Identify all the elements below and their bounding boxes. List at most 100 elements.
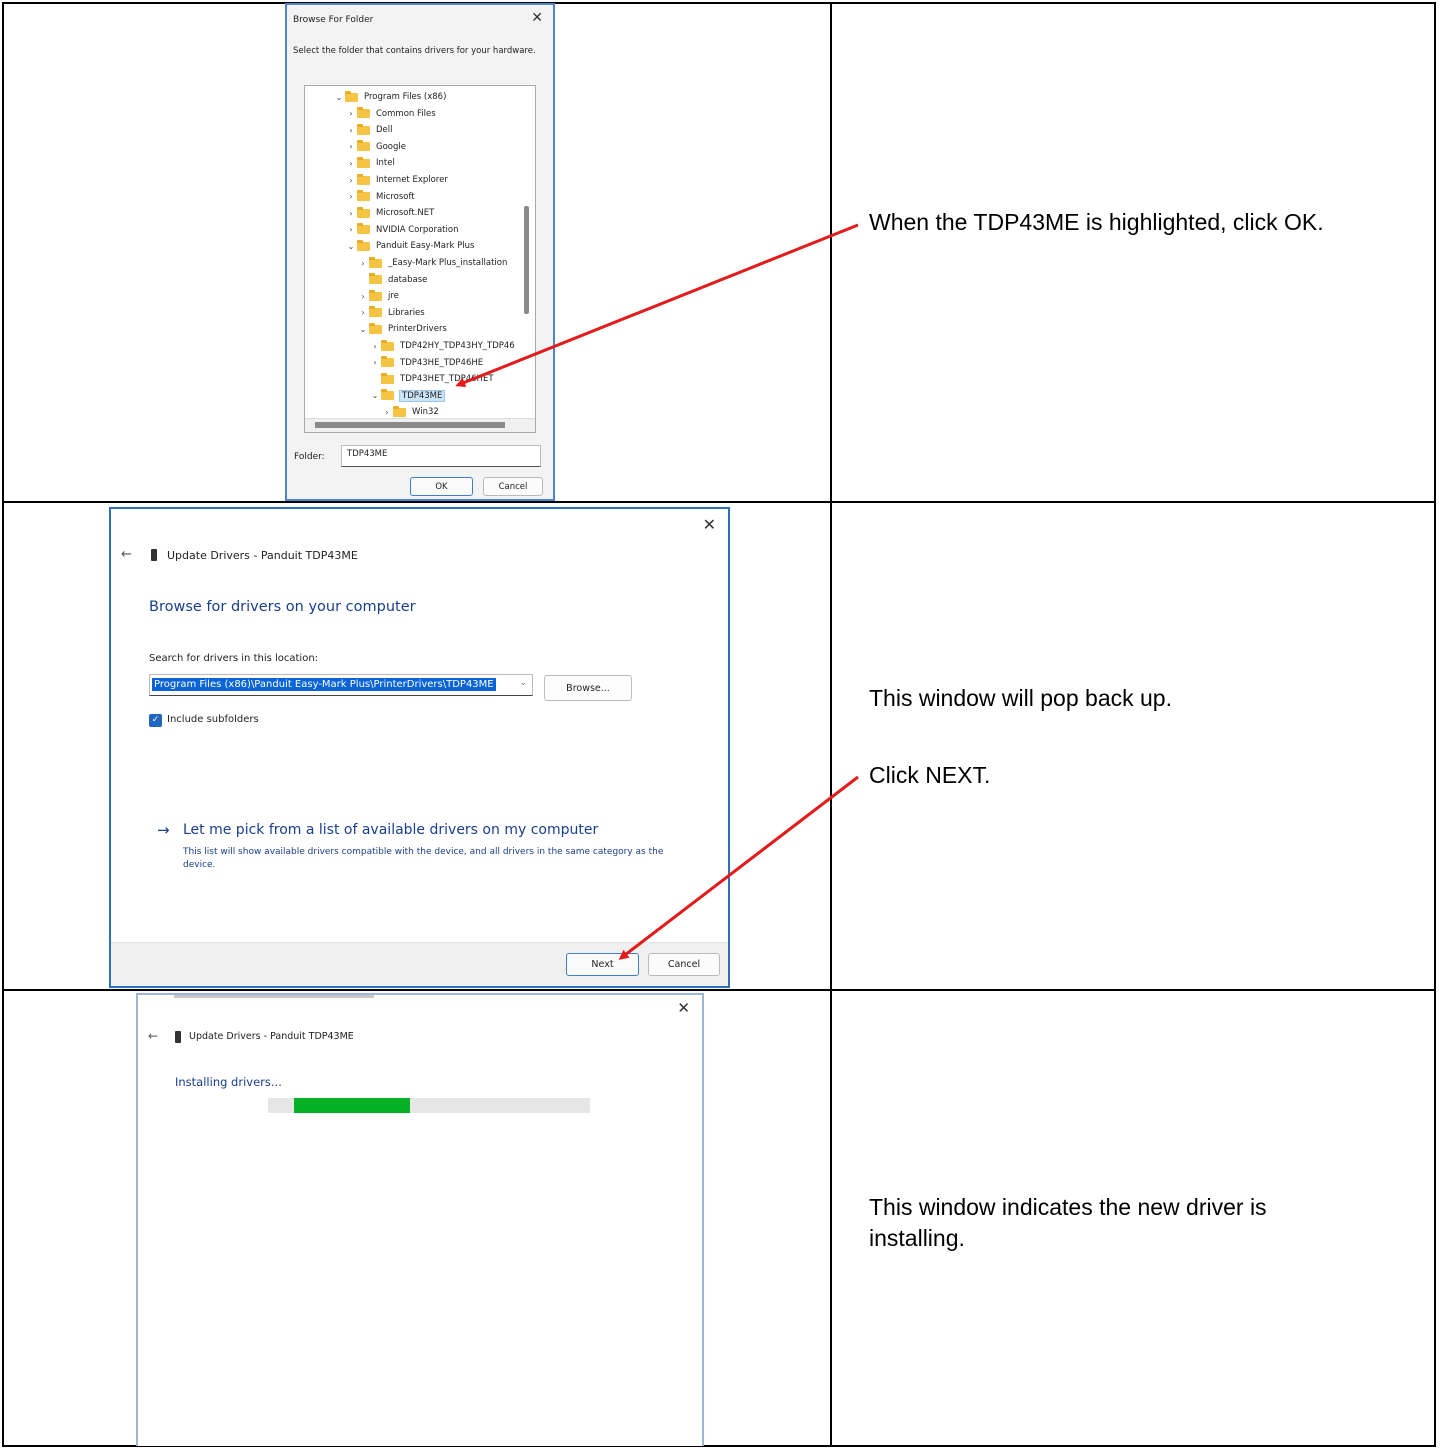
tree-item[interactable]: › Internet Explorer	[345, 172, 448, 188]
cancel-button[interactable]: Cancel	[483, 477, 543, 496]
close-icon[interactable]: ✕	[677, 999, 690, 1017]
tree-item-label[interactable]: TDP43ME	[398, 389, 446, 402]
tree-item-label[interactable]: Panduit Easy-Mark Plus	[376, 241, 474, 251]
tree-item[interactable]: › Win32	[381, 404, 439, 420]
chevron-down-icon[interactable]: ⌄	[369, 391, 381, 400]
ok-button[interactable]: OK	[410, 477, 473, 496]
vertical-scrollbar[interactable]	[524, 206, 529, 314]
close-icon[interactable]: ✕	[703, 515, 716, 534]
tree-item-label[interactable]: Microsoft.NET	[376, 208, 434, 218]
tree-item[interactable]: › jre	[357, 288, 399, 304]
chevron-right-icon[interactable]: ›	[357, 292, 369, 301]
tree-item[interactable]: › Dell	[345, 122, 393, 138]
chevron-down-icon[interactable]: ⌄	[357, 325, 369, 334]
tree-item-label[interactable]: database	[388, 275, 427, 285]
chevron-right-icon[interactable]: ›	[369, 342, 381, 351]
tree-item-label[interactable]: Internet Explorer	[376, 175, 448, 185]
tree-item-label[interactable]: TDP43HET_TDP46HET	[400, 374, 494, 384]
dialog-description: Select the folder that contains drivers …	[293, 46, 536, 56]
tree-item[interactable]: › TDP43HE_TDP46HE	[369, 355, 483, 371]
step1-instruction: When the TDP43ME is highlighted, click O…	[869, 209, 1324, 235]
page-heading: Browse for drivers on your computer	[149, 599, 416, 615]
tree-item-label[interactable]: Microsoft	[376, 192, 415, 202]
chevron-right-icon[interactable]: ›	[357, 259, 369, 268]
include-subfolders-label[interactable]: Include subfolders	[167, 714, 259, 725]
tree-item[interactable]: database	[357, 272, 427, 288]
tree-item[interactable]: ⌄ Panduit Easy-Mark Plus	[345, 238, 474, 254]
chevron-down-icon[interactable]: ⌄	[333, 93, 345, 102]
next-button[interactable]: Next	[566, 953, 639, 976]
installing-drivers-dialog: ✕ ← Update Drivers - Panduit TDP43ME Ins…	[136, 993, 704, 1446]
folder-input[interactable]: TDP43ME	[341, 445, 541, 467]
chevron-right-icon[interactable]: ›	[345, 225, 357, 234]
chevron-right-icon[interactable]: ›	[345, 159, 357, 168]
folder-icon	[357, 156, 370, 168]
step2-instruction: This window will pop back up.	[869, 685, 1172, 711]
chevron-right-icon[interactable]: ›	[345, 176, 357, 185]
driver-path-value[interactable]: Program Files (x86)\Panduit Easy-Mark Pl…	[152, 678, 496, 691]
tree-item[interactable]: › Microsoft	[345, 189, 415, 205]
tree-item[interactable]: › Google	[345, 139, 406, 155]
chevron-right-icon[interactable]: ›	[381, 408, 393, 417]
tree-item-label[interactable]: Google	[376, 142, 406, 152]
folder-label: Folder:	[294, 452, 325, 462]
progress-fill	[293, 1098, 410, 1113]
back-arrow-icon[interactable]: ←	[121, 547, 132, 562]
browse-button[interactable]: Browse...	[544, 675, 632, 701]
tree-item[interactable]: ⌄ PrinterDrivers	[357, 321, 447, 337]
driver-path-combobox[interactable]: Program Files (x86)\Panduit Easy-Mark Pl…	[149, 674, 533, 696]
folder-icon	[357, 173, 370, 185]
back-arrow-icon[interactable]: ←	[148, 1029, 158, 1043]
tree-item-label[interactable]: TDP43HE_TDP46HE	[400, 358, 483, 368]
chevron-right-icon[interactable]: ›	[345, 142, 357, 151]
tree-item[interactable]: TDP43HET_TDP46HET	[369, 371, 494, 387]
tree-item[interactable]: › NVIDIA Corporation	[345, 222, 458, 238]
chevron-right-icon[interactable]: ›	[345, 192, 357, 201]
tree-item[interactable]: › Microsoft.NET	[345, 205, 434, 221]
pick-driver-link[interactable]: Let me pick from a list of available dri…	[183, 822, 598, 838]
chevron-right-icon[interactable]: ›	[345, 209, 357, 218]
tree-item[interactable]: › _Easy-Mark Plus_installation	[357, 255, 507, 271]
tree-item-label[interactable]: Common Files	[376, 109, 436, 119]
folder-tree[interactable]: ⌄ Program Files (x86) › Common Files › Dell › G…	[304, 85, 536, 433]
cancel-button[interactable]: Cancel	[648, 953, 720, 976]
row-divider	[2, 989, 1436, 991]
tree-item-label[interactable]: Intel	[376, 158, 395, 168]
tree-item[interactable]: › Common Files	[345, 106, 436, 122]
tree-item-label[interactable]: jre	[388, 291, 399, 301]
arrow-right-icon[interactable]: →	[157, 821, 170, 839]
tree-item-label[interactable]: Win32	[412, 407, 439, 417]
tree-item-label[interactable]: Libraries	[388, 308, 425, 318]
chevron-right-icon[interactable]: ›	[369, 358, 381, 367]
column-divider	[830, 2, 832, 1447]
tree-item[interactable]: › TDP42HY_TDP43HY_TDP46	[369, 338, 515, 354]
folder-icon	[381, 389, 394, 401]
tree-item-label[interactable]: Program Files (x86)	[364, 92, 446, 102]
install-progress-bar	[268, 1098, 590, 1113]
chevron-down-icon[interactable]: ⌄	[345, 242, 357, 251]
dialog-title: Browse For Folder	[293, 15, 374, 25]
step2-click-next: Click NEXT.	[869, 762, 991, 788]
include-subfolders-checkbox[interactable]: ✓	[149, 714, 162, 727]
folder-icon	[357, 239, 370, 251]
folder-icon	[393, 405, 406, 417]
tree-item-label[interactable]: NVIDIA Corporation	[376, 225, 458, 235]
tree-item[interactable]: ⌄ Program Files (x86)	[333, 89, 446, 105]
tree-item[interactable]: › Libraries	[357, 305, 425, 321]
chevron-right-icon[interactable]: ›	[345, 109, 357, 118]
chevron-right-icon[interactable]: ›	[357, 308, 369, 317]
horizontal-scrollbar[interactable]	[315, 422, 505, 428]
chevron-right-icon[interactable]: ›	[345, 126, 357, 135]
close-icon[interactable]: ✕	[531, 10, 543, 26]
tree-item[interactable]: ⌄ TDP43ME	[369, 388, 446, 404]
tree-item-label[interactable]: _Easy-Mark Plus_installation	[388, 258, 507, 268]
folder-icon	[381, 356, 394, 368]
tree-item[interactable]: › Intel	[345, 155, 395, 171]
chevron-down-icon[interactable]: ⌄	[519, 678, 527, 688]
folder-icon	[357, 107, 370, 119]
row-divider	[2, 501, 1436, 503]
tree-item-label[interactable]: TDP42HY_TDP43HY_TDP46	[400, 341, 515, 351]
tree-item-label[interactable]: PrinterDrivers	[388, 324, 447, 334]
tree-item-label[interactable]: Dell	[376, 125, 393, 135]
folder-icon	[357, 206, 370, 218]
